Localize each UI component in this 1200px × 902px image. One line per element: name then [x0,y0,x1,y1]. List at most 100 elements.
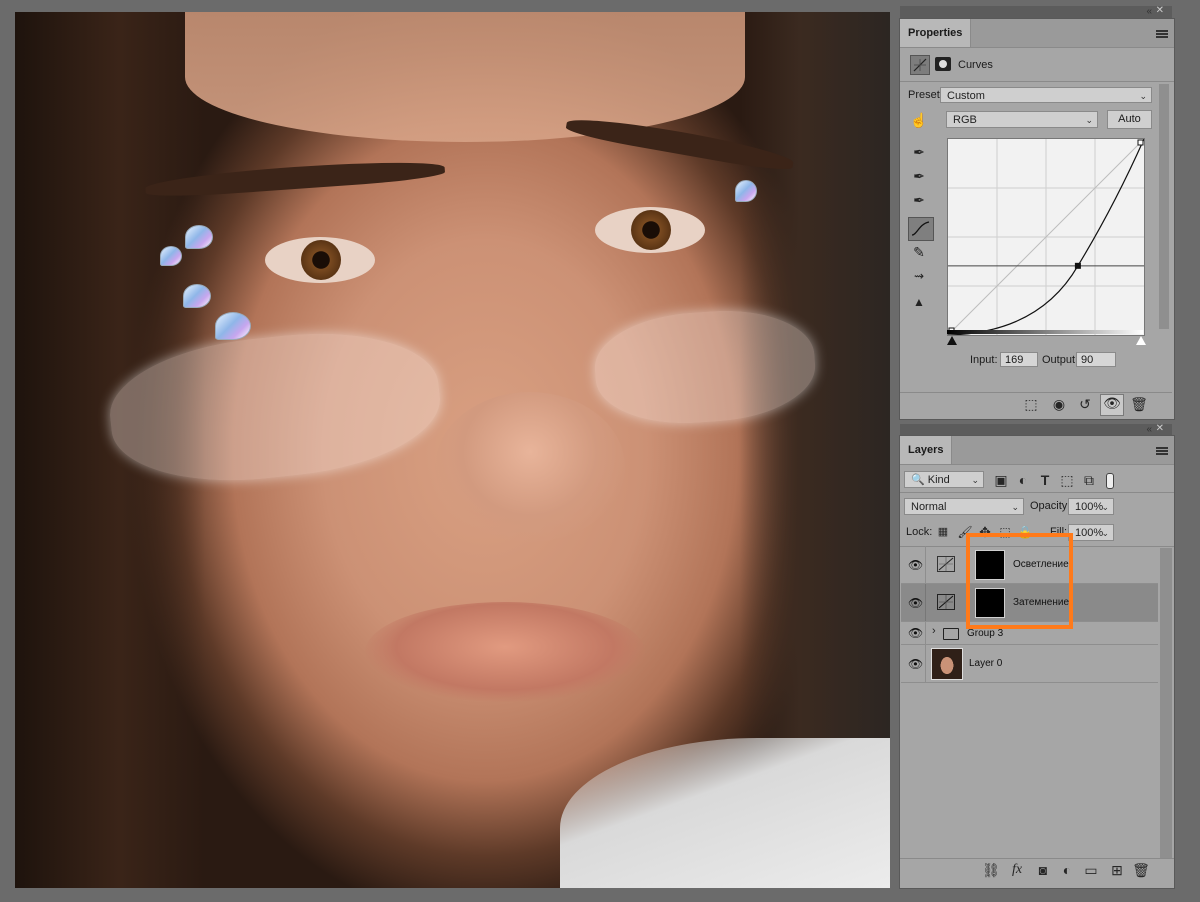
panel-dock-header: « ✕ [900,5,1172,18]
black-point-slider[interactable] [947,336,957,345]
reset-icon[interactable]: ↺ [1076,396,1094,412]
panel-menu-icon[interactable] [1156,447,1168,455]
close-panel-icon[interactable]: ✕ [1156,423,1164,434]
lock-transparent-icon[interactable]: ▦ [934,524,952,540]
clip-to-layer-icon[interactable]: ⬚ [1022,396,1040,412]
fx-icon[interactable]: fx [1008,862,1026,878]
rhinestone [215,312,251,340]
eye-icon[interactable]: 👁 [908,626,923,640]
chevron-down-icon: ⌄ [1101,528,1109,538]
collapse-icon[interactable]: « [1146,6,1151,17]
adjustment-title: Curves [958,59,993,71]
type-layer-filter-icon[interactable]: T [1036,472,1054,488]
shape-layer-filter-icon[interactable]: ⬚ [1058,472,1076,488]
chevron-down-icon: ⌄ [1011,502,1019,512]
expand-chevron-icon[interactable]: › [932,625,936,637]
curves-adjustment-icon [937,594,955,610]
link-layers-icon[interactable]: ⛓ [982,862,1000,878]
pencil-draw-icon[interactable]: ✎ [910,243,928,261]
pixel-layer-filter-icon[interactable]: ▣ [992,472,1010,488]
add-mask-icon[interactable]: ◙ [1034,862,1052,878]
divider [900,81,1174,82]
document-canvas[interactable] [15,12,890,888]
properties-scrollbar[interactable] [1159,84,1169,329]
blend-mode-dropdown[interactable]: Normal ⌄ [904,498,1024,515]
trash-icon[interactable]: 🗑 [1130,396,1148,412]
filter-kind-dropdown[interactable]: 🔍 Kind ⌄ [904,471,984,488]
chevron-down-icon: ⌄ [971,475,979,485]
eye-icon[interactable]: 👁 [908,596,923,610]
sweater-collar [560,738,890,888]
output-label: Output: [1042,354,1079,366]
input-label: Input: [970,354,998,366]
sample-black-point-icon[interactable]: ✒ [910,143,928,161]
rhinestone [183,284,211,308]
layer-row[interactable]: 👁 Layer 0 [901,645,1158,683]
fill-value: 100% [1075,527,1104,539]
channel-dropdown[interactable]: RGB ⌄ [946,111,1098,128]
opacity-label: Opacity: [1030,500,1071,512]
layers-tabbar: Layers [900,436,1174,465]
white-point-slider[interactable] [1136,336,1146,345]
divider [900,492,1174,493]
highlight-box [966,533,1073,629]
mask-icon[interactable] [935,57,951,71]
lock-label: Lock: [906,526,933,538]
smart-object-filter-icon[interactable]: ⧉ [1080,472,1098,488]
eye-icon[interactable]: 👁 [908,558,923,572]
rhinestone [160,246,182,266]
curves-graph[interactable] [947,138,1145,336]
layer-name[interactable]: Layer 0 [969,658,1002,670]
chevron-down-icon: ⌄ [1101,502,1109,512]
adjustment-layer-filter-icon[interactable]: ◐ [1014,472,1032,488]
preset-dropdown[interactable]: Custom ⌄ [940,87,1152,103]
close-panel-icon[interactable]: ✕ [1156,5,1164,16]
rhinestone [185,225,213,249]
input-field[interactable]: 169 [1000,352,1038,367]
view-previous-state-icon[interactable]: ◉ [1050,396,1068,412]
folder-icon [943,628,959,640]
opacity-field[interactable]: 100% ⌄ [1068,498,1114,515]
collapse-icon[interactable]: « [1146,424,1151,435]
curves-adjustment-icon [937,556,955,572]
tab-properties[interactable]: Properties [900,19,972,47]
toggle-visibility-icon[interactable]: 👁 [1100,394,1124,416]
panel-menu-icon[interactable] [1156,30,1168,38]
clipping-warning-icon[interactable]: ▲ [910,293,928,311]
chevron-down-icon: ⌄ [1085,115,1093,125]
row-divider [925,622,926,644]
sample-gray-point-icon[interactable]: ✒ [910,167,928,185]
search-icon: 🔍 [911,474,928,486]
on-image-adjustment-icon[interactable]: ☝ [910,111,928,129]
new-adjustment-layer-icon[interactable]: ◐ [1058,862,1076,878]
rhinestone [735,180,757,202]
output-field[interactable]: 90 [1076,352,1116,367]
curve-point-white[interactable] [1137,139,1144,146]
trash-icon[interactable]: 🗑 [1132,862,1150,878]
eye-icon[interactable]: 👁 [908,657,923,671]
layers-scrollbar[interactable] [1160,548,1172,858]
nose [435,392,625,542]
preset-value: Custom [947,90,985,102]
filter-toggle-icon[interactable] [1106,473,1114,489]
row-divider [925,584,926,621]
sample-white-point-icon[interactable]: ✒ [910,191,928,209]
input-gradient-bar [947,330,1143,334]
fill-field[interactable]: 100% ⌄ [1068,524,1114,541]
layer-name[interactable]: Group 3 [967,628,1003,640]
lips [365,602,645,702]
eye-right [595,207,705,253]
curve-point-selected[interactable] [1074,262,1081,269]
edit-points-curve-icon[interactable] [908,217,934,241]
smooth-curve-icon[interactable]: ⇝ [910,267,928,285]
auto-button[interactable]: Auto [1107,110,1152,129]
new-group-icon[interactable]: ▭ [1082,862,1100,878]
tab-layers[interactable]: Layers [900,436,953,464]
blend-mode-value: Normal [911,501,947,513]
opacity-value: 100% [1075,501,1104,513]
curves-adjustment-icon[interactable] [910,55,930,75]
layer-thumbnail[interactable] [931,648,963,680]
row-divider [925,645,926,682]
divider [900,858,1174,859]
new-layer-icon[interactable]: ⊞ [1108,862,1126,878]
